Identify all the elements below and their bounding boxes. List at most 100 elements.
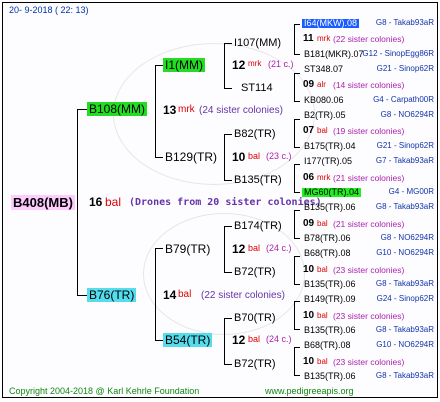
gen4-gen-number: 07 (303, 125, 315, 136)
gen4-source: G4 - MG00R (388, 187, 434, 196)
gen4-gen-number: 09 (303, 79, 315, 90)
gen4-gen-number: 06 (303, 172, 315, 183)
gen3-queen[interactable]: I107(MM) (232, 37, 283, 50)
gen4-gen-number: 10 (303, 356, 315, 367)
gen3-queen[interactable]: B72(TR) (232, 266, 278, 279)
connector-line (294, 192, 300, 193)
gen4-queen[interactable]: ST348.07 (302, 65, 345, 74)
gen3-queen[interactable]: ST114 (239, 82, 275, 95)
gen4-queen[interactable]: B181(MKR).07 (302, 50, 366, 59)
connector-line (77, 109, 87, 110)
gen2-gen-abbr: bal (248, 243, 261, 253)
gen4-queen[interactable]: B135(TR).06 (302, 280, 358, 289)
connector-line (224, 180, 232, 181)
connector-line (294, 119, 295, 147)
gen4-source: G4 - Carpath00R (373, 95, 434, 104)
gen3-queen[interactable]: B72(TR) (232, 358, 278, 371)
connector-line (294, 147, 300, 148)
connector-line (224, 226, 232, 227)
root-gen-abbr: bal (105, 195, 122, 209)
gen4-note: (23 sister colonies) (333, 265, 405, 275)
connector-line (294, 73, 295, 101)
gen4-gen-abbr: mrk (317, 173, 331, 182)
gen3-note: (21 c.) (268, 59, 294, 69)
gen4-queen[interactable]: B78(TR).06 (302, 234, 353, 243)
root-drone-note: (Drones from 20 sister colonies) (129, 197, 322, 208)
gen4-note: (21 sister colonies) (333, 219, 405, 229)
gen1-dam-queen[interactable]: B76(TR) (87, 288, 137, 302)
connector-line (294, 210, 295, 238)
gen4-queen[interactable]: B68(TR).08 (302, 341, 353, 350)
gen2-gen-number: 12 (232, 333, 246, 347)
gen3-queen[interactable]: B135(TR) (232, 174, 284, 187)
gen4-queen[interactable]: B2(TR).05 (302, 111, 348, 120)
gen4-source: G10 - NO6294R (376, 248, 434, 257)
gen4-queen[interactable]: I177(TR).05 (302, 157, 354, 166)
gen4-queen[interactable]: B135(TR).06 (302, 326, 358, 335)
pedigree-chart: 20- 9-2018 ( 22: 13) B408(MB) 16 bal (Dr… (2, 2, 438, 398)
connector-line (155, 340, 163, 341)
gen2-note: (24 c.) (266, 334, 292, 344)
connector-line (294, 347, 300, 348)
gen2-gen-number: 10 (232, 150, 246, 164)
gen4-note: (14 sister colonies) (333, 80, 405, 90)
connector-line (294, 347, 295, 375)
gen4-source: G8 - Takab93aR (375, 202, 434, 211)
gen2-queen[interactable]: I1(MM) (163, 58, 205, 72)
gen4-queen[interactable]: B68(TR).08 (302, 249, 353, 258)
gen4-gen-number: 11 (303, 33, 314, 44)
gen4-queen[interactable]: B175(TR).04 (302, 142, 358, 151)
connector-line (224, 318, 232, 319)
connector-line (294, 164, 300, 165)
connector-line (294, 375, 300, 376)
copyright-text: Copyright 2004-2018 @ Karl Kehrle Founda… (9, 386, 200, 396)
gen4-source: G10 - NO6294R (376, 340, 434, 349)
gen2-queen[interactable]: B79(TR) (163, 242, 212, 256)
gen4-queen[interactable]: MG60(TR).04 (302, 188, 362, 197)
gen4-note: (23 sister colonies) (333, 357, 405, 367)
connector-line (294, 210, 300, 211)
connector-line (224, 43, 225, 88)
gen2-note: (23 c.) (266, 151, 292, 161)
gen1-sire-note: (24 sister colonies) (199, 105, 283, 116)
gen2-queen[interactable]: B54(TR) (163, 333, 213, 347)
gen4-queen[interactable]: I64(MKW).08 (302, 19, 360, 28)
gen4-queen[interactable]: B135(TR).06 (302, 372, 358, 381)
gen4-queen[interactable]: B135(TR).06 (302, 203, 358, 212)
website-link[interactable]: www.pedigreeapis.org (265, 387, 354, 396)
gen4-gen-number: 10 (303, 310, 315, 321)
connector-line (224, 88, 232, 89)
gen3-gen-abbr: mrk (248, 59, 262, 68)
connector-line (294, 256, 300, 257)
connector-line (77, 295, 87, 296)
gen4-queen[interactable]: KB080.06 (302, 96, 346, 105)
gen4-source: G8 - Takab93aR (375, 325, 434, 334)
gen4-source: G12 - SinopEgg86R (362, 49, 434, 58)
connector-line (224, 272, 232, 273)
gen3-queen[interactable]: B70(TR) (232, 312, 278, 325)
gen4-source: G21 - Sinop62R (376, 141, 434, 150)
connector-line (224, 43, 232, 44)
connector-line (294, 24, 295, 54)
connector-line (77, 109, 78, 295)
gen4-gen-abbr: bal (317, 265, 328, 274)
connector-line (294, 164, 295, 192)
gen4-source: G8 - Takab93aR (375, 279, 434, 288)
gen4-gen-abbr: alr (317, 80, 326, 89)
gen3-queen[interactable]: B174(TR) (232, 220, 284, 233)
gen4-queen[interactable]: B149(TR).09 (302, 295, 358, 304)
gen4-gen-number: 09 (303, 218, 315, 229)
gen2-gen-abbr: bal (248, 334, 261, 344)
gen4-gen-abbr: bal (317, 311, 328, 320)
gen4-source: G8 - NO6294R (380, 233, 434, 242)
connector-line (294, 54, 300, 55)
gen4-gen-abbr: mrk (317, 34, 331, 43)
root-gen-number: 16 (89, 195, 103, 209)
connector-line (224, 134, 232, 135)
gen2-queen[interactable]: B129(TR) (163, 150, 219, 164)
gen3-queen[interactable]: B82(TR) (232, 128, 278, 141)
root-queen[interactable]: B408(MB) (11, 195, 75, 210)
connector-line (294, 238, 300, 239)
gen1-sire-queen[interactable]: B108(MM) (87, 102, 148, 116)
connector-line (224, 364, 232, 365)
